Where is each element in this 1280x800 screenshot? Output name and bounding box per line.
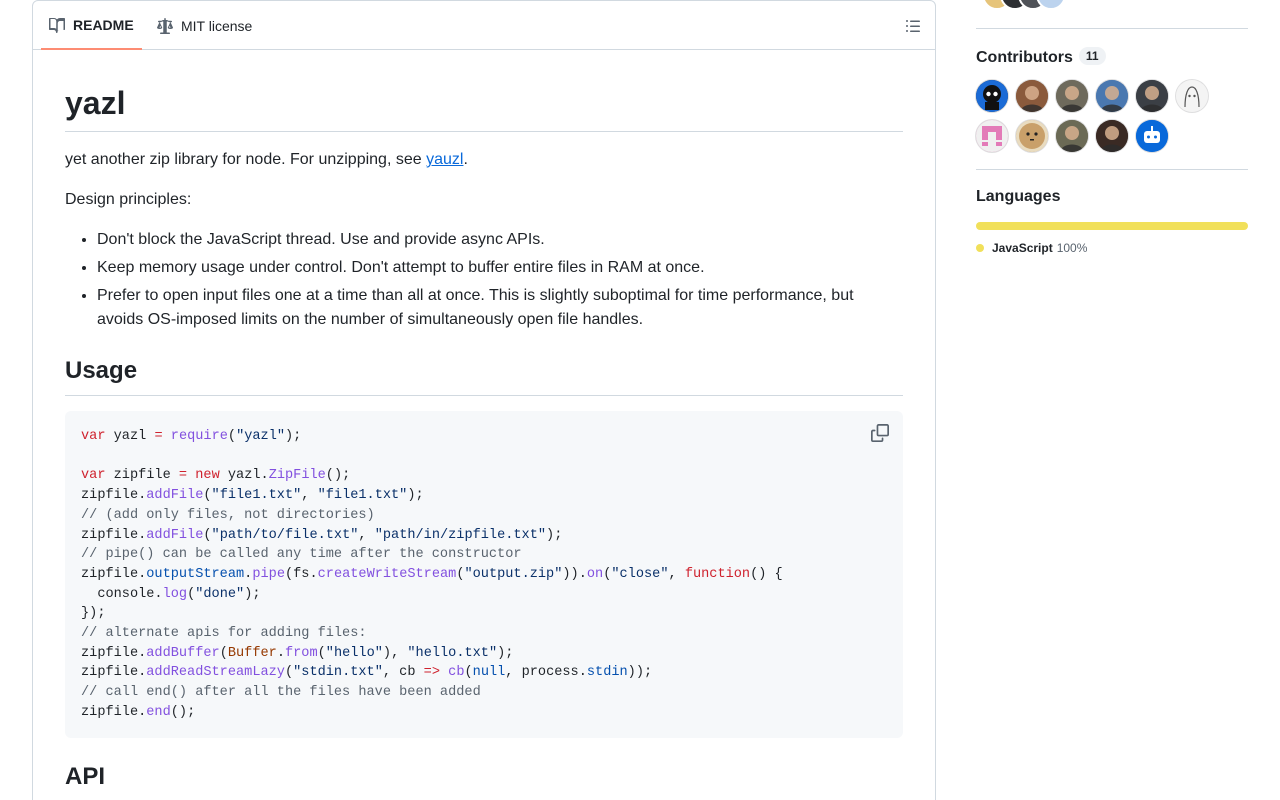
language-percent: 100%: [1056, 241, 1088, 255]
contributor-avatar[interactable]: [1176, 80, 1208, 112]
contributor-avatar[interactable]: [976, 120, 1008, 152]
law-icon: [157, 17, 173, 34]
usage-heading: Usage: [65, 356, 903, 396]
contributor-avatar[interactable]: [1096, 120, 1128, 152]
contributor-avatar[interactable]: [1056, 80, 1088, 112]
contributor-avatar[interactable]: [1136, 120, 1168, 152]
contributor-avatar[interactable]: [1016, 120, 1048, 152]
book-icon: [49, 17, 65, 33]
code-content: var yazl = require("yazl"); var zipfile …: [81, 429, 783, 720]
sidebar-divider: [976, 169, 1248, 170]
list-item: Don't block the JavaScript thread. Use a…: [97, 228, 903, 252]
intro-paragraph: yet another zip library for node. For un…: [65, 148, 468, 172]
api-heading: API: [65, 762, 903, 800]
list-item: Prefer to open input files one at a time…: [97, 284, 903, 332]
tab-readme[interactable]: README: [41, 1, 142, 50]
contributors-heading[interactable]: Contributors 11: [976, 47, 1106, 67]
language-bar: [976, 222, 1248, 230]
contributor-avatar[interactable]: [1136, 80, 1168, 112]
contributor-avatar[interactable]: [976, 80, 1008, 112]
avatar[interactable]: [1036, 0, 1066, 10]
sidebar-divider: [976, 28, 1248, 29]
contributor-avatar[interactable]: [1096, 80, 1128, 112]
readme-tab-bar: README MIT license: [33, 1, 935, 50]
contributors-heading-label: Contributors: [976, 49, 1073, 66]
language-item[interactable]: JavaScript 100%: [976, 241, 1087, 255]
language-color-dot: [976, 244, 984, 252]
list-unordered-icon: [906, 20, 920, 32]
page-title: yazl: [65, 84, 903, 132]
tab-license-label: MIT license: [181, 17, 253, 34]
tab-readme-label: README: [73, 16, 134, 33]
code-block: var yazl = require("yazl"); var zipfile …: [65, 411, 903, 738]
intro-text: yet another zip library for node. For un…: [65, 151, 427, 168]
design-principles-label: Design principles:: [65, 191, 192, 208]
intro-end: .: [463, 151, 468, 168]
repo-sidebar: Contributors 11 Languages JavaScript 100%: [976, 0, 1248, 800]
contributor-avatar[interactable]: [1056, 120, 1088, 152]
list-item: Keep memory usage under control. Don't a…: [97, 256, 903, 280]
readme-panel: README MIT license yazl yet another zip …: [32, 0, 936, 800]
copy-icon: [871, 424, 889, 442]
languages-heading: Languages: [976, 188, 1061, 205]
language-name: JavaScript: [992, 241, 1053, 255]
contributors-count-badge: 11: [1078, 47, 1106, 65]
principles-list: Don't block the JavaScript thread. Use a…: [65, 228, 903, 336]
contributor-avatar[interactable]: [1016, 80, 1048, 112]
yauzl-link[interactable]: yauzl: [426, 151, 463, 168]
tab-license[interactable]: MIT license: [157, 1, 252, 50]
copy-button[interactable]: [871, 424, 889, 442]
avatar-stack: [976, 0, 1076, 10]
outline-toggle-button[interactable]: [901, 14, 925, 38]
